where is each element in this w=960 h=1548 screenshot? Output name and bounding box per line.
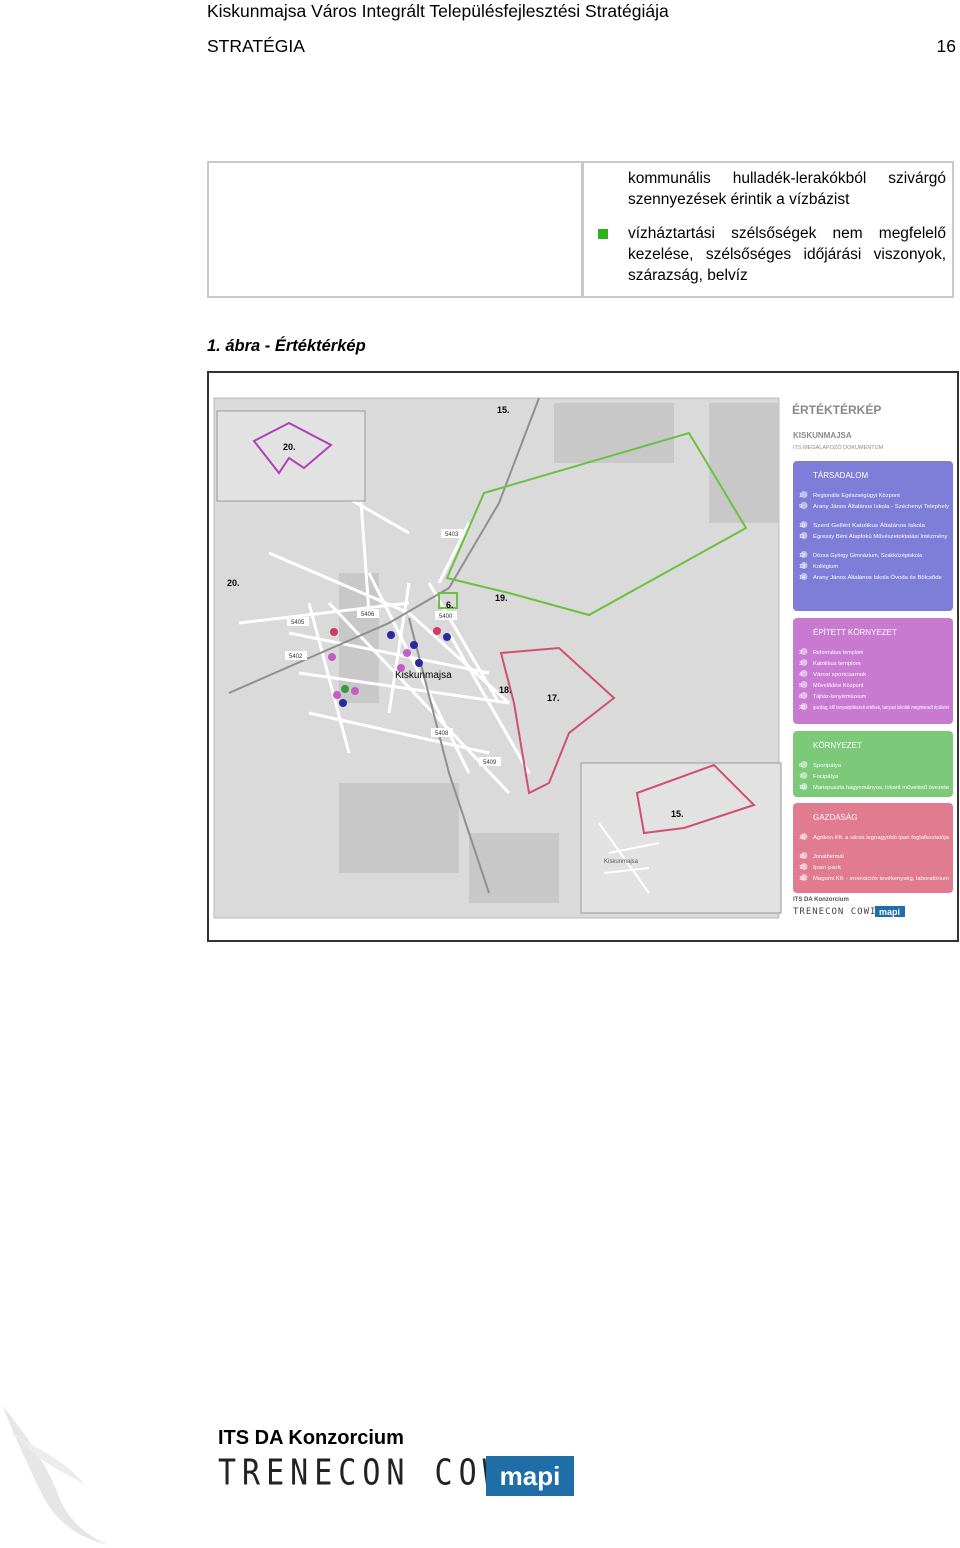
area-label-18: 18. <box>499 685 512 695</box>
legend-item-number: 10 <box>799 523 805 529</box>
table-divider <box>581 163 584 296</box>
legend-item-text: Művelődési Központ <box>813 683 864 689</box>
legend-item-text: gazdag, élő tanyaépítészeti értékek, tan… <box>813 705 949 711</box>
map-credit-mapi: mapi <box>879 907 900 917</box>
legend-item-text: Kollégium <box>813 564 839 570</box>
legend-item-number: 18. <box>799 876 807 882</box>
legend-item-text: Református templom <box>813 650 864 656</box>
header-section: STRATÉGIA <box>207 36 305 56</box>
footer-mapi-logo: mapi <box>486 1456 574 1496</box>
road-label-5400: 5400 <box>439 614 453 620</box>
road-label-5405: 5405 <box>291 620 305 626</box>
legend-item-text: Jonathermál <box>813 854 844 860</box>
legend-item-text: Egressy Béni Alapfokú Művészetoktatási I… <box>813 534 948 540</box>
legend-item-number: 13 <box>799 564 805 570</box>
figure-caption: 1. ábra - Értéktérkép <box>207 337 366 355</box>
bird-logo-icon <box>2 1405 108 1545</box>
legend-groups: TÁRSADALOM 1 Regionális Egészségügyi Közpo… <box>793 461 953 893</box>
legend-item-text: Regionális Egészségügyi Központ <box>813 493 900 499</box>
table-paragraph-2: vízháztartási szélsőségek nem megfelelő … <box>628 225 946 284</box>
area-label-15-inset: 15. <box>671 809 684 819</box>
inset-map-15 <box>580 762 782 914</box>
legend-item-number: 9 <box>799 504 802 510</box>
road-label-5409: 5409 <box>483 760 497 766</box>
legend-item-text: Marispuszta hagyományos, lokarit művelés… <box>813 785 949 791</box>
legend-item-number: 16 <box>799 835 805 841</box>
legend-item-text: Arany János Általános Iskola - Széchenyi… <box>813 503 949 510</box>
legend-item-text: Katolikus templom <box>813 661 861 667</box>
legend-item-number: 7 <box>799 774 802 780</box>
legend-group-heading: KÖRNYEZET <box>813 741 862 750</box>
legend-group-heading: TÁRSADALOM <box>813 471 868 480</box>
legend-item-number: 15. <box>799 854 807 860</box>
legend-group-heading: ÉPÍTETT KÖRNYEZET <box>813 628 897 637</box>
legend-group-heading: GAZDASÁG <box>813 813 857 822</box>
legend-item-text: Tájház-kenyérmúzeum <box>813 694 867 700</box>
table-paragraph-1: kommunális hulladék-lerakókból szivárgó … <box>628 170 946 208</box>
legend-item-number: 2 <box>799 650 802 656</box>
road-label-5408: 5408 <box>435 731 449 737</box>
area-label-15: 15. <box>497 405 510 415</box>
town-label: Kiskunmajsa <box>395 670 452 681</box>
legend-item-text: Sportpálya <box>813 763 842 769</box>
road-label-5403: 5403 <box>445 532 459 538</box>
map-subtitle: KISKUNMAJSA <box>793 431 852 440</box>
road-label-5406: 5406 <box>361 612 375 618</box>
map-title: ÉRTÉKTÉRKÉP <box>792 402 881 417</box>
legend-item-text: Focipálya <box>813 774 839 780</box>
legend-item-number: 4 <box>799 672 802 678</box>
legend-item-number: 1 <box>799 493 802 499</box>
legend-item-number: 6. <box>799 763 804 769</box>
legend-item-number: 20. <box>799 705 807 711</box>
footer-trenecon-cowi-logo: TRENECON COWI <box>218 1452 531 1494</box>
value-map: 20. 15. Kiskunmajsa 15. 17. 18. 19. 20. … <box>213 395 956 925</box>
bullet-square-icon <box>598 229 608 239</box>
legend-item-number: 11 <box>799 534 805 540</box>
legend-item-text: Agrikon Kft. a város legnagyobb ipari fo… <box>813 835 950 841</box>
area-label-19: 19. <box>495 593 508 603</box>
footer-org: ITS DA Konzorcium <box>218 1427 404 1449</box>
legend-item-number: 12 <box>799 553 805 559</box>
area-label-17: 17. <box>547 693 560 703</box>
legend-item-text: Arany János Általános Iskola Óvoda és Bö… <box>813 574 942 581</box>
legend-item-text: Szent Gellért Katolikus Általános Iskola <box>813 522 926 529</box>
legend-item-text: Városi sportcsarnok <box>813 672 866 678</box>
legend-item-text: Ipari park <box>813 865 841 871</box>
legend-item-number: 17. <box>799 865 807 871</box>
legend-item-text: Magumi Kft. - innovációs tevékenység, la… <box>813 876 949 882</box>
area-label-6: 6. <box>446 600 454 610</box>
page-number: 16 <box>936 36 956 56</box>
road-label-5402: 5402 <box>289 654 303 660</box>
area-label-20-inset: 20. <box>283 442 296 452</box>
legend-item-number: 19. <box>799 785 807 791</box>
area-label-20: 20. <box>227 578 240 588</box>
legend-item-number: 8 <box>799 694 802 700</box>
map-credit: ITS DA Konzorcium <box>793 897 849 903</box>
legend-item-number: 3 <box>799 661 802 667</box>
map-subtitle-2: ITS MEGALAPOZÓ DOKUMENTUM <box>793 444 884 451</box>
legend-item-number: 14 <box>799 575 805 581</box>
value-map-figure: 20. 15. Kiskunmajsa 15. 17. 18. 19. 20. … <box>207 371 959 942</box>
legend-item-number: 5 <box>799 683 802 689</box>
legend-item-text: Dózsa György Gimnázium, Szakközépiskola <box>813 553 923 559</box>
town-label-inset: Kiskunmajsa <box>604 859 639 865</box>
map-credit-logos: TRENECON COWI <box>793 907 876 917</box>
header-title: Kiskunmajsa Város Integrált Településfej… <box>207 1 669 21</box>
problems-table: kommunális hulladék-lerakókból szivárgó … <box>207 161 954 298</box>
